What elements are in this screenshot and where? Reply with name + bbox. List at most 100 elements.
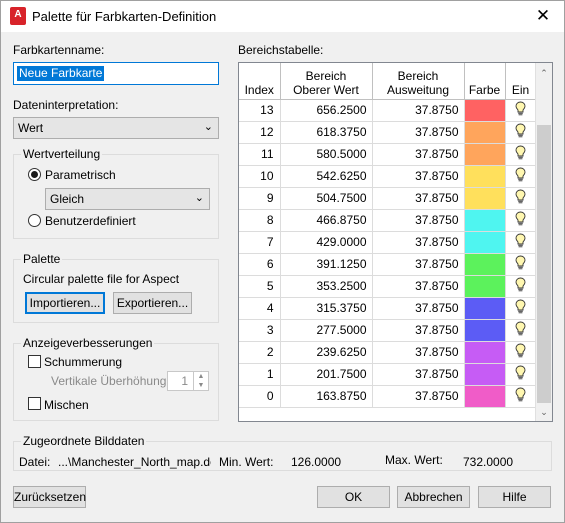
extent-cell[interactable]: 37.8750 [372,297,465,320]
color-swatch[interactable] [464,231,506,254]
ok-button[interactable]: OK [317,486,390,508]
color-swatch[interactable] [464,187,506,210]
table-row[interactable]: 10 542.6250 37.8750 [239,165,537,188]
index-cell[interactable]: 4 [239,297,281,320]
lightbulb-icon[interactable] [505,253,537,276]
extent-cell[interactable]: 37.8750 [372,187,465,210]
color-swatch[interactable] [464,341,506,364]
color-swatch[interactable] [464,275,506,298]
color-swatch[interactable] [464,319,506,342]
extent-cell[interactable]: 37.8750 [372,99,465,122]
lightbulb-icon[interactable] [505,209,537,232]
range-table[interactable]: Index Bereich Oberer Wert Bereich Ausweitu… [238,62,553,422]
upper-value-cell[interactable]: 466.8750 [280,209,373,232]
upper-value-cell[interactable]: 201.7500 [280,363,373,386]
lightbulb-icon[interactable] [505,319,537,342]
index-cell[interactable]: 11 [239,143,281,166]
header-upper-value[interactable]: Bereich Oberer Wert [280,63,373,100]
header-index[interactable]: Index [239,63,281,100]
table-row[interactable]: 0 163.8750 37.8750 [239,385,537,408]
table-row[interactable]: 8 466.8750 37.8750 [239,209,537,232]
color-swatch[interactable] [464,385,506,408]
lightbulb-icon[interactable] [505,121,537,144]
index-cell[interactable]: 12 [239,121,281,144]
table-row[interactable]: 12 618.3750 37.8750 [239,121,537,144]
upper-value-cell[interactable]: 542.6250 [280,165,373,188]
scroll-up-icon[interactable]: ⌃ [536,65,552,82]
table-row[interactable]: 6 391.1250 37.8750 [239,253,537,276]
color-swatch[interactable] [464,209,506,232]
scroll-down-icon[interactable]: ⌄ [536,404,552,421]
cancel-button[interactable]: Abbrechen [397,486,470,508]
upper-value-cell[interactable]: 391.1250 [280,253,373,276]
custom-radio[interactable] [28,214,41,227]
color-swatch[interactable] [464,253,506,276]
index-cell[interactable]: 2 [239,341,281,364]
data-interpretation-select[interactable]: Wert ⌄ [13,117,219,139]
spin-up-icon[interactable]: ▲ [193,372,208,381]
index-cell[interactable]: 7 [239,231,281,254]
upper-value-cell[interactable]: 315.3750 [280,297,373,320]
lightbulb-icon[interactable] [505,363,537,386]
header-color[interactable]: Farbe [464,63,506,100]
lightbulb-icon[interactable] [505,165,537,188]
color-swatch[interactable] [464,99,506,122]
index-cell[interactable]: 13 [239,99,281,122]
import-button[interactable]: Importieren... [25,292,105,314]
blend-checkbox[interactable] [28,397,41,410]
index-cell[interactable]: 1 [239,363,281,386]
extent-cell[interactable]: 37.8750 [372,209,465,232]
header-extent[interactable]: Bereich Ausweitung [372,63,465,100]
extent-cell[interactable]: 37.8750 [372,385,465,408]
help-button[interactable]: Hilfe [478,486,551,508]
color-swatch[interactable] [464,143,506,166]
extent-cell[interactable]: 37.8750 [372,143,465,166]
index-cell[interactable]: 5 [239,275,281,298]
upper-value-cell[interactable]: 656.2500 [280,99,373,122]
upper-value-cell[interactable]: 163.8750 [280,385,373,408]
table-row[interactable]: 4 315.3750 37.8750 [239,297,537,320]
scroll-thumb[interactable] [537,125,551,403]
upper-value-cell[interactable]: 353.2500 [280,275,373,298]
lightbulb-icon[interactable] [505,231,537,254]
table-row[interactable]: 5 353.2500 37.8750 [239,275,537,298]
color-swatch[interactable] [464,121,506,144]
upper-value-cell[interactable]: 504.7500 [280,187,373,210]
color-swatch[interactable] [464,165,506,188]
extent-cell[interactable]: 37.8750 [372,319,465,342]
extent-cell[interactable]: 37.8750 [372,341,465,364]
upper-value-cell[interactable]: 618.3750 [280,121,373,144]
lightbulb-icon[interactable] [505,297,537,320]
upper-value-cell[interactable]: 277.5000 [280,319,373,342]
lightbulb-icon[interactable] [505,341,537,364]
close-icon[interactable]: ✕ [530,4,556,28]
color-swatch[interactable] [464,297,506,320]
table-row[interactable]: 9 504.7500 37.8750 [239,187,537,210]
upper-value-cell[interactable]: 580.5000 [280,143,373,166]
table-scrollbar[interactable]: ⌃ ⌄ [535,63,552,421]
spin-down-icon[interactable]: ▼ [193,381,208,390]
index-cell[interactable]: 3 [239,319,281,342]
lightbulb-icon[interactable] [505,385,537,408]
parametric-radio[interactable] [28,168,41,181]
colormap-name-input[interactable]: Neue Farbkarte [13,62,219,85]
upper-value-cell[interactable]: 429.0000 [280,231,373,254]
upper-value-cell[interactable]: 239.6250 [280,341,373,364]
extent-cell[interactable]: 37.8750 [372,165,465,188]
extent-cell[interactable]: 37.8750 [372,275,465,298]
vertical-exaggeration-stepper[interactable]: 1 ▲ ▼ [167,371,209,391]
table-row[interactable]: 2 239.6250 37.8750 [239,341,537,364]
reset-button[interactable]: Zurücksetzen [13,486,86,508]
table-row[interactable]: 11 580.5000 37.8750 [239,143,537,166]
lightbulb-icon[interactable] [505,187,537,210]
extent-cell[interactable]: 37.8750 [372,253,465,276]
header-on[interactable]: Ein [505,63,537,100]
table-row[interactable]: 1 201.7500 37.8750 [239,363,537,386]
index-cell[interactable]: 6 [239,253,281,276]
export-button[interactable]: Exportieren... [113,292,192,314]
index-cell[interactable]: 8 [239,209,281,232]
lightbulb-icon[interactable] [505,143,537,166]
lightbulb-icon[interactable] [505,275,537,298]
extent-cell[interactable]: 37.8750 [372,363,465,386]
parametric-mode-select[interactable]: Gleich ⌄ [45,188,210,210]
